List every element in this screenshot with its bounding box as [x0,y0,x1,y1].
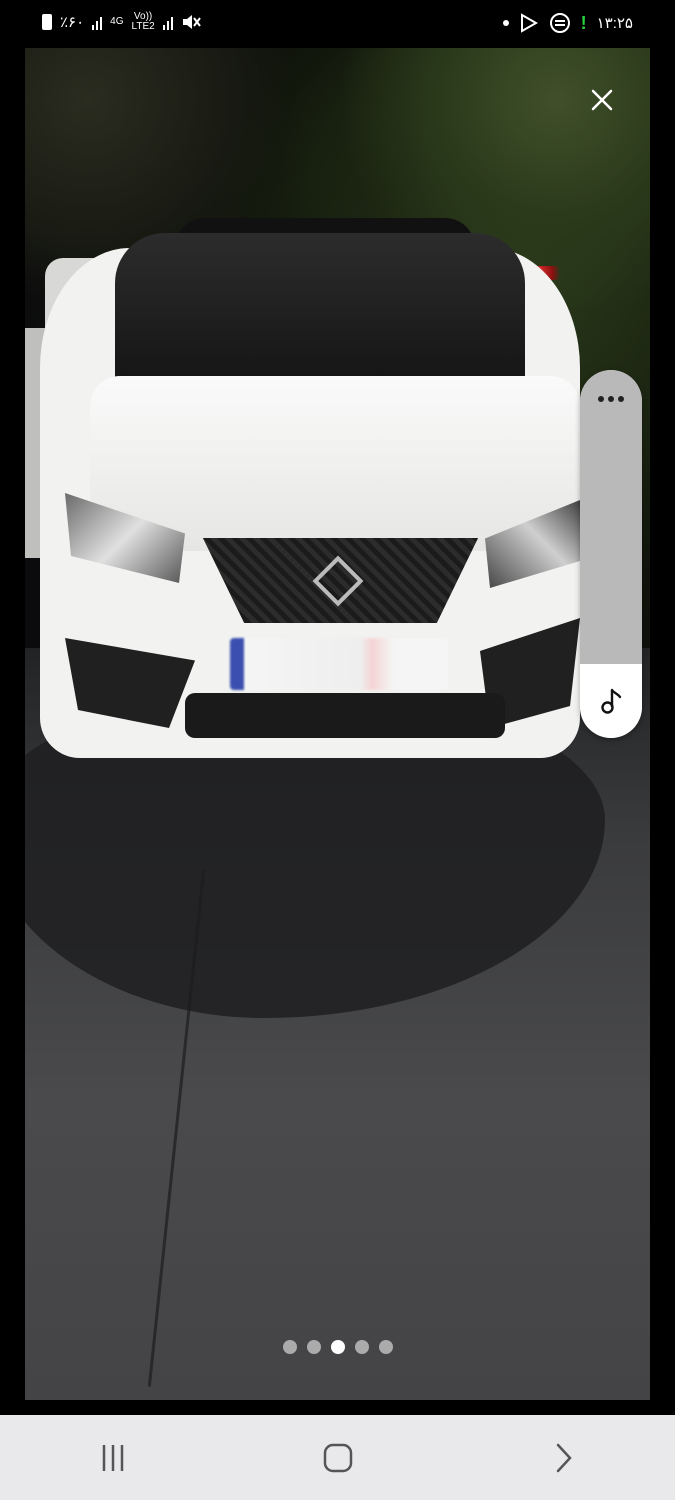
side-pill-track[interactable] [580,370,642,664]
signal-icon [92,14,103,30]
status-right: ! ۱۳:۲۵ [502,12,633,34]
car-lower-grille [185,693,505,738]
notification-dot-icon [502,20,509,26]
home-icon [323,1443,352,1472]
navigation-bar [0,1415,675,1500]
play-store-icon [519,13,539,33]
page-dot[interactable] [378,1340,393,1354]
close-icon [591,89,613,111]
page-dot-active[interactable] [330,1340,345,1354]
back-icon [556,1443,572,1472]
music-note-icon [601,688,622,714]
page-indicator [25,1340,650,1354]
status-left: ٪۶۰ 4G Vo)) LTE2 [42,12,201,32]
image-viewer[interactable] [25,48,650,1400]
car-windshield [115,233,525,383]
home-button[interactable] [308,1428,368,1488]
page-dot[interactable] [306,1340,321,1354]
volte-indicator: Vo)) LTE2 [132,12,155,32]
clock: ۱۳:۲۵ [596,15,633,32]
back-button[interactable] [533,1428,593,1488]
battery-icon [42,14,52,30]
music-button[interactable] [580,664,642,738]
more-horizontal-icon[interactable] [595,392,627,406]
license-plate-blurred [230,638,448,690]
lte-label: LTE2 [131,21,155,32]
mute-icon [181,13,201,31]
close-button[interactable] [578,76,626,124]
network-4g-label: 4G [110,16,124,27]
recents-icon [102,1444,123,1471]
alert-icon: ! [580,13,587,33]
app-notification-icon [549,12,571,34]
page-dot[interactable] [354,1340,369,1354]
car-hood [90,376,580,551]
recents-button[interactable] [83,1428,143,1488]
side-action-pill [580,370,642,738]
network-type: 4G [110,17,123,27]
battery-percent: ٪۶۰ [60,14,85,31]
signal-2-icon [162,14,173,30]
status-bar: ٪۶۰ 4G Vo)) LTE2 ! ۱۳:۲۵ [0,0,675,48]
page-dot[interactable] [282,1340,297,1354]
